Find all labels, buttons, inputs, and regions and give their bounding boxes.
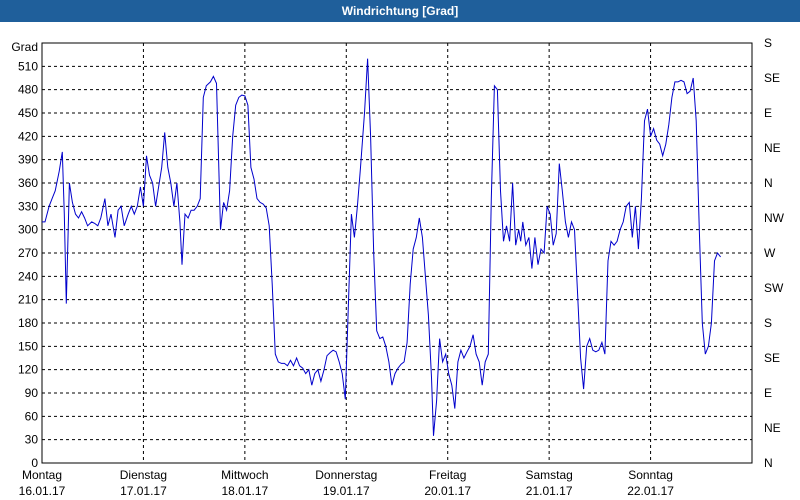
- compass-tick-label: NE: [764, 141, 781, 155]
- y-tick-label: 30: [25, 433, 39, 447]
- y-tick-label: 150: [18, 339, 38, 353]
- y-tick-label: 90: [25, 386, 39, 400]
- x-tick-date: 19.01.17: [323, 484, 370, 498]
- y-tick-label: 180: [18, 316, 38, 330]
- x-tick-day: Montag: [22, 468, 62, 482]
- wind-direction-chart: 0306090120150180210240270300330360390420…: [11, 36, 785, 498]
- compass-tick-label: E: [764, 386, 772, 400]
- compass-tick-label: SE: [764, 351, 780, 365]
- compass-tick-label: E: [764, 106, 772, 120]
- y-tick-label: 270: [18, 246, 38, 260]
- compass-tick-label: S: [764, 316, 772, 330]
- x-tick-date: 18.01.17: [221, 484, 268, 498]
- y-tick-label: 510: [18, 59, 38, 73]
- x-tick-day: Dienstag: [120, 468, 167, 482]
- y-tick-label: 240: [18, 269, 38, 283]
- x-tick-day: Donnerstag: [315, 468, 377, 482]
- y-tick-label: 480: [18, 83, 38, 97]
- y-tick-label: 420: [18, 129, 38, 143]
- y-tick-label: 210: [18, 293, 38, 307]
- compass-tick-label: W: [764, 246, 776, 260]
- x-tick-date: 16.01.17: [19, 484, 66, 498]
- x-tick-day: Freitag: [429, 468, 466, 482]
- compass-tick-label: SW: [764, 281, 784, 295]
- y-tick-label: 390: [18, 153, 38, 167]
- x-tick-date: 21.01.17: [526, 484, 573, 498]
- x-tick-date: 20.01.17: [424, 484, 471, 498]
- y-tick-label: 60: [25, 409, 39, 423]
- x-tick-date: 22.01.17: [627, 484, 674, 498]
- compass-tick-label: NE: [764, 421, 781, 435]
- x-tick-day: Sonntag: [628, 468, 673, 482]
- y-tick-label: 360: [18, 176, 38, 190]
- compass-tick-label: NW: [764, 211, 785, 225]
- y-tick-label: 330: [18, 199, 38, 213]
- y-tick-label: 300: [18, 223, 38, 237]
- compass-tick-label: N: [764, 176, 773, 190]
- y-tick-label: 450: [18, 106, 38, 120]
- compass-tick-label: S: [764, 36, 772, 50]
- x-tick-date: 17.01.17: [120, 484, 167, 498]
- x-tick-day: Samstag: [525, 468, 572, 482]
- x-tick-day: Mittwoch: [221, 468, 268, 482]
- compass-tick-label: N: [764, 456, 773, 470]
- y-tick-label: 120: [18, 363, 38, 377]
- y-axis-label: Grad: [11, 40, 38, 54]
- compass-tick-label: SE: [764, 71, 780, 85]
